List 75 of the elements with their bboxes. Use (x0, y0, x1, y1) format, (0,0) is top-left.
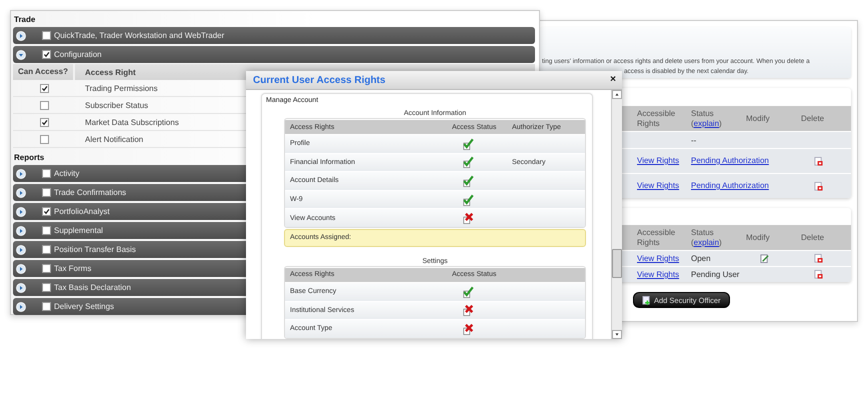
column-header: Can Access? (13, 64, 75, 80)
group-label: Tax Basis Declaration (54, 283, 131, 292)
checkbox[interactable] (42, 302, 51, 311)
checkbox[interactable] (42, 283, 51, 292)
delete-icon[interactable] (814, 182, 823, 190)
expand-icon[interactable] (16, 206, 26, 216)
status-link[interactable]: Pending Authorization (691, 156, 769, 165)
expand-icon[interactable] (16, 282, 26, 292)
expand-icon[interactable] (16, 50, 26, 60)
column-header: Modify (746, 114, 771, 124)
delete-icon[interactable] (814, 270, 823, 279)
checkbox[interactable] (42, 50, 51, 59)
expand-icon[interactable] (16, 226, 26, 236)
column-header: Modify (746, 232, 771, 242)
column-header: Status (explain) (691, 228, 723, 248)
checkbox[interactable] (42, 169, 51, 178)
checkbox[interactable] (42, 188, 51, 197)
view-rights-link[interactable]: View Rights (637, 270, 680, 279)
dialog-title: Current User Access Rights (252, 74, 386, 86)
checkbox[interactable] (40, 134, 48, 144)
section-title: Trade (13, 14, 36, 26)
access-right-label: Alert Notification (84, 134, 144, 144)
edit-icon[interactable] (760, 254, 769, 263)
access-right-label: Subscriber Status (84, 100, 148, 110)
close-button[interactable]: × (604, 74, 622, 86)
expand-icon[interactable] (16, 264, 26, 274)
delete-icon[interactable] (814, 156, 823, 166)
checkbox[interactable] (40, 100, 48, 110)
column-header: Delete (801, 114, 826, 124)
section-title: Reports (13, 152, 44, 164)
expand-icon[interactable] (16, 168, 26, 178)
view-rights-link[interactable]: View Rights (637, 181, 680, 190)
group-bar[interactable]: QuickTrade, Trader Workstation and WebTrader (13, 27, 535, 44)
group-label: Supplemental (54, 226, 103, 235)
scroll-down-icon[interactable] (612, 330, 622, 339)
group-label: Activity (54, 169, 80, 178)
status-link[interactable]: Pending Authorization (691, 181, 769, 190)
column-header: Access Right (84, 68, 136, 76)
status-text: Pending User (691, 270, 740, 279)
scrollbar[interactable] (611, 90, 622, 339)
group-label: Configuration (54, 50, 102, 59)
scroll-thumb[interactable] (612, 249, 622, 278)
column-header: Delete (801, 232, 826, 242)
group-label: QuickTrade, Trader Workstation and WebTrader (54, 31, 224, 40)
explain-link[interactable]: explain (694, 238, 720, 246)
group-bar[interactable]: Configuration (13, 46, 535, 63)
delete-icon[interactable] (814, 254, 823, 263)
checkbox[interactable] (40, 84, 48, 92)
group-label: Trade Confirmations (54, 188, 126, 197)
column-header: Status (explain) (691, 108, 723, 128)
checkbox[interactable] (42, 264, 51, 273)
column-header: Accessible Rights (637, 228, 676, 248)
expand-icon[interactable] (16, 188, 26, 198)
column-header: Accessible Rights (637, 108, 676, 128)
group-label: Position Transfer Basis (54, 245, 136, 254)
checkbox[interactable] (42, 207, 51, 216)
view-rights-link[interactable]: View Rights (637, 156, 680, 165)
view-rights-link[interactable]: View Rights (637, 254, 680, 263)
expand-icon[interactable] (16, 30, 26, 40)
group-label: Delivery Settings (54, 302, 114, 311)
explain-link[interactable]: explain (694, 118, 720, 128)
scroll-up-icon[interactable] (612, 90, 622, 99)
access-right-label: Market Data Subscriptions (84, 118, 179, 126)
status-text: Open (691, 254, 711, 263)
group-label: Tax Forms (54, 264, 92, 273)
checkbox[interactable] (42, 245, 51, 254)
checkbox[interactable] (42, 226, 51, 235)
expand-icon[interactable] (16, 244, 26, 254)
checkbox[interactable] (40, 118, 48, 126)
document-add-icon (642, 296, 651, 304)
status-text: -- (691, 136, 696, 144)
expand-icon[interactable] (16, 302, 26, 312)
group-label: PortfolioAnalyst (54, 207, 110, 216)
access-right-label: Trading Permissions (84, 84, 158, 92)
checkbox[interactable] (42, 31, 51, 40)
